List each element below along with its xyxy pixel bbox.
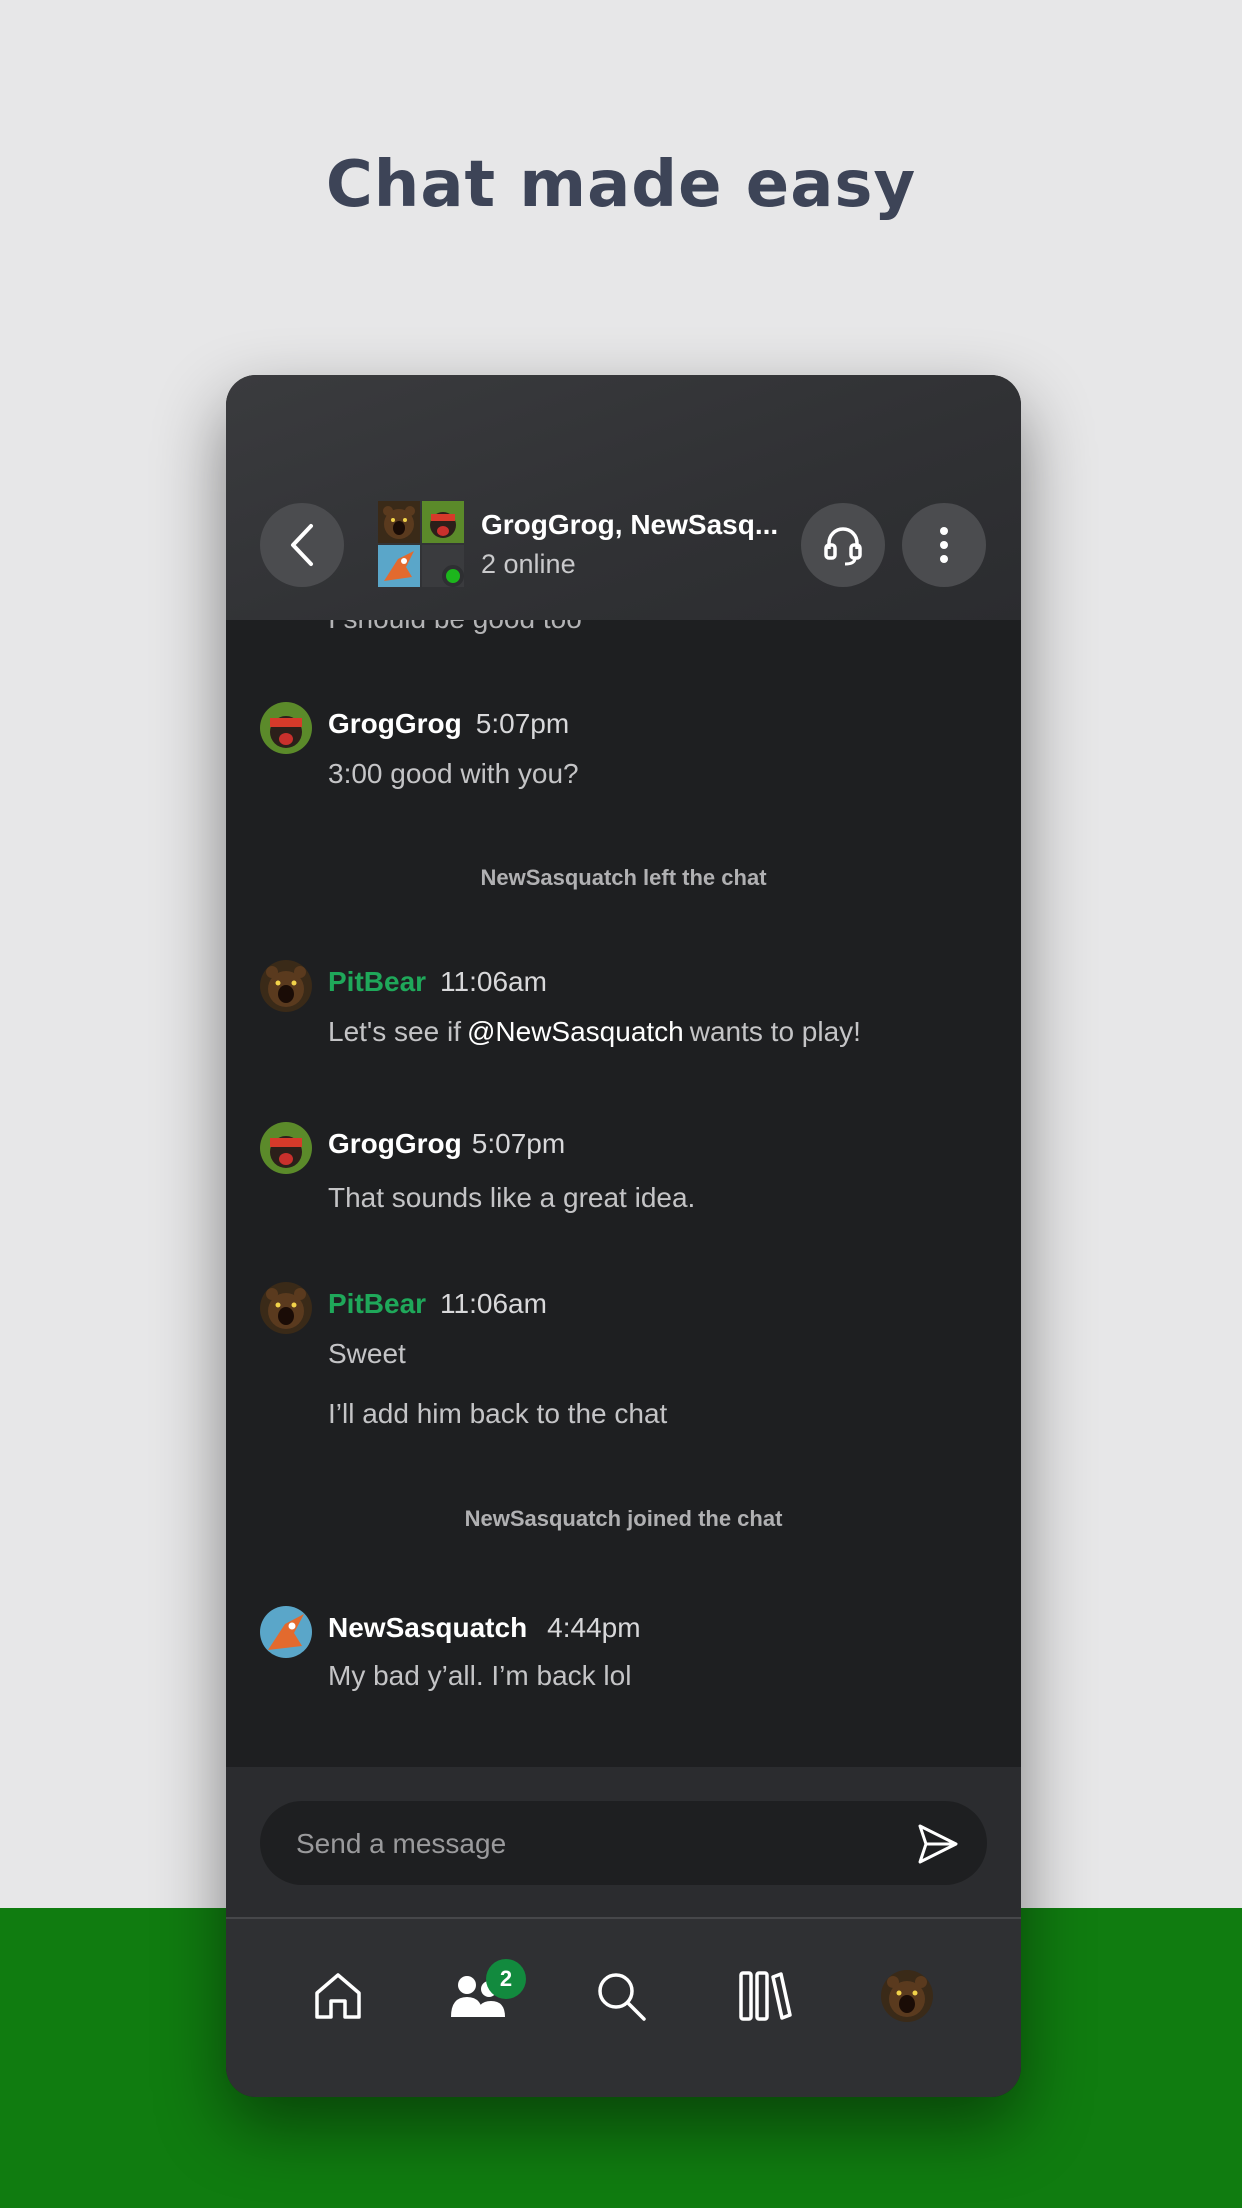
- nav-library[interactable]: [730, 1961, 800, 2031]
- nav-profile[interactable]: [872, 1961, 942, 2031]
- party-chat-button[interactable]: [801, 503, 885, 587]
- search-icon: [598, 1973, 646, 2021]
- sender-name[interactable]: GrogGrog: [328, 708, 462, 739]
- group-avatar: [378, 501, 464, 587]
- message-sender: GrogGrog 5:07pm: [328, 708, 569, 740]
- message-text: Sweet: [328, 1338, 406, 1369]
- message-time: 11:06am: [440, 1288, 547, 1319]
- message-text: I’ll add him back to the chat: [328, 1398, 668, 1429]
- message-text: Let's see if @NewSasquatch wants to play!: [328, 1016, 861, 1048]
- message-text: My bad y’all. I’m back lol: [328, 1660, 632, 1691]
- sender-name[interactable]: GrogGrog: [328, 1128, 462, 1159]
- mention-link[interactable]: @NewSasquatch: [467, 1016, 684, 1047]
- pitbear-avatar[interactable]: [260, 1282, 312, 1334]
- sender-name[interactable]: NewSasquatch: [328, 1612, 527, 1643]
- message-text-part: Let's see if: [328, 1016, 461, 1047]
- back-button[interactable]: [260, 503, 344, 587]
- message-composer: [260, 1801, 987, 1887]
- pitbear-avatar[interactable]: [260, 960, 312, 1012]
- groggrog-avatar[interactable]: [260, 1122, 312, 1174]
- phone-screen: GrogGrog, NewSasq... 2 online I should b…: [226, 375, 1021, 2097]
- system-message: NewSasquatch left the chat: [480, 865, 767, 890]
- headline: Chat made easy: [325, 148, 917, 222]
- send-icon: [918, 1824, 958, 1864]
- sender-name[interactable]: PitBear: [328, 966, 426, 997]
- more-options-button[interactable]: [902, 503, 986, 587]
- online-status-dot: [442, 565, 464, 587]
- message-text: 3:00 good with you?: [328, 758, 579, 789]
- message-time: 11:06am: [440, 966, 547, 997]
- pitbear-avatar-icon: [378, 501, 420, 543]
- message-text: That sounds like a great idea.: [328, 1182, 696, 1213]
- system-message: NewSasquatch joined the chat: [464, 1506, 783, 1531]
- chat-header: GrogGrog, NewSasq... 2 online: [226, 375, 1021, 620]
- home-icon: [315, 1973, 361, 2019]
- more-vertical-icon: [940, 527, 948, 563]
- message-sender: PitBear 11:06am: [328, 966, 547, 998]
- profile-avatar-icon: [881, 1970, 933, 2022]
- online-count: 2 online: [481, 549, 576, 579]
- nav-home[interactable]: [303, 1961, 373, 2031]
- composer-area: [226, 1767, 1021, 1917]
- message-time: 5:07pm: [475, 708, 570, 739]
- newsasquatch-avatar[interactable]: [260, 1606, 312, 1658]
- send-button[interactable]: [915, 1821, 961, 1867]
- message-input[interactable]: [294, 1801, 858, 1887]
- message-time: 5:07pm: [471, 1128, 566, 1159]
- library-icon: [739, 1971, 792, 2021]
- message-sender: PitBear 11:06am: [328, 1288, 547, 1320]
- message-sender: NewSasquatch 4:44pm: [328, 1612, 641, 1644]
- nav-friends[interactable]: 2: [444, 1959, 526, 2031]
- headset-icon: [824, 527, 862, 566]
- message-sender: GrogGrog 5:07pm: [328, 1128, 565, 1160]
- bottom-nav: 2: [226, 1919, 1021, 2097]
- conversation-title[interactable]: GrogGrog, NewSasq...: [481, 509, 781, 541]
- chevron-left-icon: [291, 524, 313, 566]
- notification-badge: 2: [486, 1959, 526, 1999]
- groggrog-avatar[interactable]: [260, 702, 312, 754]
- message-time: 4:44pm: [547, 1612, 641, 1643]
- message-list[interactable]: GrogGrog 5:07pm 3:00 good with you? NewSa…: [226, 620, 1021, 1767]
- message-text-part: wants to play!: [689, 1016, 861, 1047]
- groggrog-avatar-icon: [422, 501, 464, 543]
- sender-name[interactable]: PitBear: [328, 1288, 426, 1319]
- newsasquatch-avatar-icon: [378, 545, 420, 587]
- nav-search[interactable]: [586, 1961, 656, 2031]
